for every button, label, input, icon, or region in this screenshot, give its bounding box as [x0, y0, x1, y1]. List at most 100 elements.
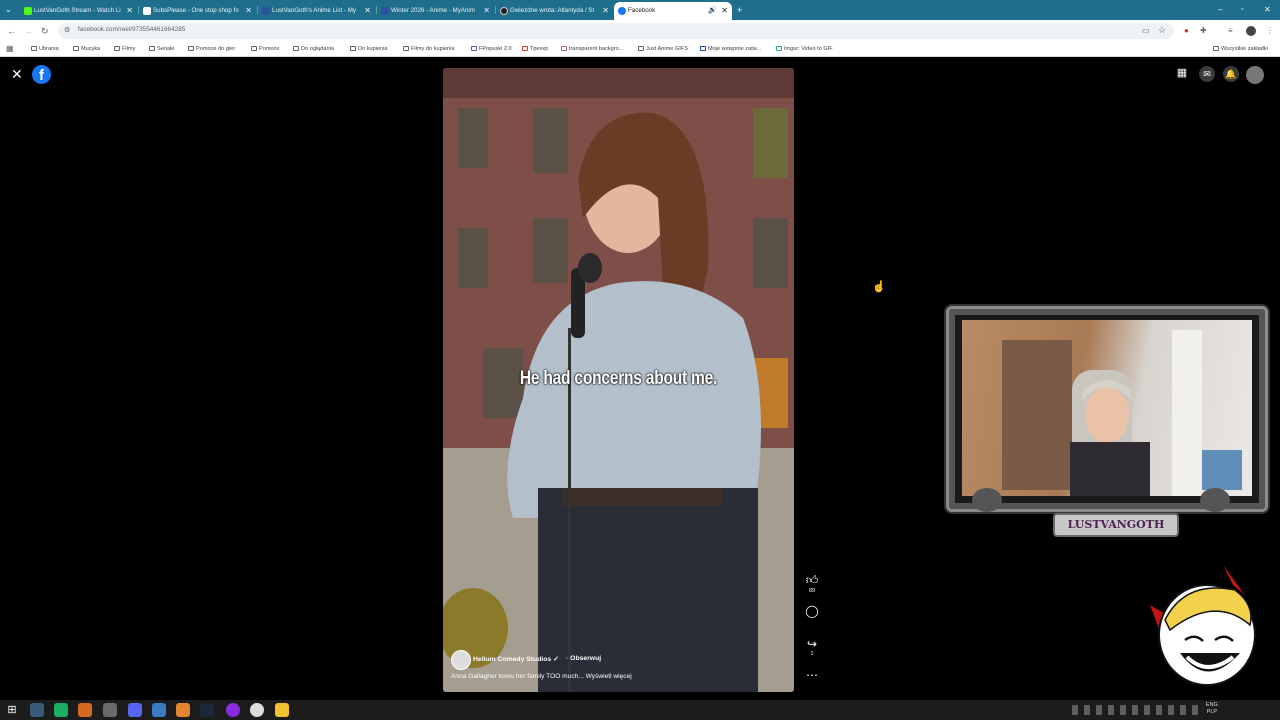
bookmark-link[interactable]: FPopuski 2.0 — [471, 44, 512, 54]
bookmark-folder[interactable]: Muzyka — [73, 44, 100, 54]
facebook-icon — [618, 7, 626, 15]
tab-stargate[interactable]: Gwiezdne wrota: Atlantyda / St ✕ — [496, 2, 613, 20]
bookmark-folder[interactable]: Do kupienia — [350, 44, 388, 54]
menu-grid-icon[interactable]: ▦ — [1174, 66, 1190, 82]
thumbs-up-icon: 👍︎ — [805, 573, 819, 587]
subsplease-icon — [143, 7, 151, 15]
tab-subsplease[interactable]: SubsPlease - One stop shop fo ✕ — [139, 2, 256, 20]
more-options-icon[interactable]: ⋯ — [802, 668, 822, 682]
forward-icon[interactable]: → — [24, 26, 33, 36]
bookmark-link[interactable]: transparent backgro... — [561, 44, 623, 54]
apps-grid-icon[interactable]: ▦ — [6, 44, 14, 54]
app-taskbar-icon[interactable] — [152, 703, 166, 717]
audio-icon[interactable]: 🔊 — [708, 2, 717, 20]
input-language-indicator[interactable]: ENG PLP — [1206, 702, 1218, 716]
site-icon — [638, 46, 644, 51]
extensions-puzzle-icon[interactable]: ✚ — [1200, 26, 1207, 36]
file-explorer-taskbar-icon[interactable] — [275, 703, 289, 717]
new-tab-button[interactable]: + — [737, 5, 742, 15]
account-avatar[interactable] — [1246, 66, 1264, 84]
bookmark-folder[interactable]: Seriale — [149, 44, 174, 54]
follow-button[interactable]: · Obserwuj — [566, 655, 601, 662]
bookmark-folder[interactable]: Do oglądania — [293, 44, 334, 54]
folder-icon — [73, 46, 79, 51]
bookmark-folder[interactable]: Pomoce do gier — [188, 44, 235, 54]
folder-icon — [1213, 46, 1219, 51]
tab-winter-anime[interactable]: Winter 2026 - Anime - MyAnim ✕ — [377, 2, 494, 20]
skull-ornament-icon — [1200, 488, 1230, 512]
channel-name[interactable]: Helium Comedy Studios ✓ — [473, 655, 559, 663]
reload-icon[interactable]: ↻ — [41, 26, 49, 36]
bookmark-folder[interactable]: Filmy — [114, 44, 135, 54]
url-text[interactable]: facebook.com/reel/973554461664285 — [78, 26, 185, 33]
video-caption: He had concerns about me. — [519, 368, 718, 389]
folder-icon — [188, 46, 194, 51]
bookmark-folder[interactable]: Pomoce — [251, 44, 280, 54]
share-button[interactable]: ↪ 1 — [802, 637, 822, 657]
back-icon[interactable]: ← — [7, 26, 16, 36]
tab-search-icon[interactable]: ⌄ — [5, 5, 12, 15]
app-taskbar-icon[interactable] — [103, 703, 117, 717]
tab-groups-icon[interactable]: ≡ — [1228, 26, 1233, 36]
minimize-icon[interactable]: – — [1218, 5, 1222, 15]
folder-icon — [31, 46, 37, 51]
facebook-logo-icon[interactable]: f — [32, 65, 51, 84]
install-app-icon[interactable]: ▭ — [1142, 26, 1150, 36]
folder-icon — [350, 46, 356, 51]
close-icon[interactable]: ✕ — [11, 66, 23, 83]
devil-mascot-image — [1150, 565, 1256, 686]
close-tab-icon[interactable]: ✕ — [721, 2, 728, 20]
app-taskbar-icon[interactable] — [226, 703, 240, 717]
bookmark-folder[interactable]: Ubrania — [31, 44, 59, 54]
tab-kick-stream[interactable]: LustVanGoth Stream - Watch Li ✕ — [20, 2, 137, 20]
channel-avatar[interactable] — [451, 650, 471, 670]
folder-icon — [293, 46, 299, 51]
extension-icon[interactable]: ● — [1184, 26, 1189, 36]
bookmark-folder[interactable]: Filmy do kupienia — [403, 44, 455, 54]
bookmark-star-icon[interactable]: ☆ — [1158, 25, 1166, 35]
bookmark-link[interactable]: Just Anime GIFS — [638, 44, 688, 54]
bookmark-link[interactable]: Imgur: Video to GIF — [776, 44, 833, 54]
webcam-scene — [1002, 330, 1242, 496]
profile-avatar[interactable] — [1246, 26, 1256, 36]
system-tray-icons[interactable] — [1072, 705, 1200, 715]
streamer-name-plate: LUSTVANGOTH — [1053, 513, 1179, 537]
bookmark-link[interactable]: Tpexxp — [522, 44, 548, 54]
tab-anime-list[interactable]: LustVanGoth's Anime List - My ✕ — [258, 2, 375, 20]
close-window-icon[interactable]: ✕ — [1264, 5, 1271, 15]
menu-icon[interactable]: ⋮ — [1266, 26, 1274, 36]
steam-taskbar-icon[interactable] — [200, 703, 214, 717]
site-info-icon[interactable]: ⚙ — [64, 26, 70, 36]
start-icon[interactable]: ⊞ — [5, 703, 19, 717]
folder-icon — [114, 46, 120, 51]
site-icon — [700, 46, 706, 51]
close-tab-icon[interactable]: ✕ — [245, 2, 252, 20]
skull-ornament-icon — [972, 488, 1002, 512]
discord-taskbar-icon[interactable] — [128, 703, 142, 717]
chrome-taskbar-icon[interactable] — [30, 703, 44, 717]
imgur-icon — [776, 46, 782, 51]
mal-icon — [381, 7, 389, 15]
like-button[interactable]: 👍︎ 89 — [802, 573, 822, 594]
comment-button[interactable]: ◯ — [802, 604, 822, 618]
address-bar[interactable] — [58, 23, 1174, 39]
close-tab-icon[interactable]: ✕ — [126, 2, 133, 20]
all-bookmarks[interactable]: Wszystkie zakładki — [1213, 44, 1268, 54]
bookmark-link[interactable]: Moje wstępnie zatw... — [700, 44, 761, 54]
site-icon — [500, 7, 508, 15]
vlc-taskbar-icon[interactable] — [176, 703, 190, 717]
notifications-icon[interactable]: 🔔 — [1223, 66, 1239, 82]
close-tab-icon[interactable]: ✕ — [602, 2, 609, 20]
tab-facebook[interactable]: Facebook 🔊 ✕ — [614, 2, 732, 20]
app-taskbar-icon[interactable] — [78, 703, 92, 717]
close-tab-icon[interactable]: ✕ — [364, 2, 371, 20]
folder-icon — [251, 46, 257, 51]
messenger-icon[interactable]: ✉ — [1199, 66, 1215, 82]
folder-icon — [149, 46, 155, 51]
app-taskbar-icon[interactable] — [54, 703, 68, 717]
obs-taskbar-icon[interactable] — [250, 703, 264, 717]
folder-icon — [403, 46, 409, 51]
reel-description[interactable]: Anna Gallagher loves her family TOO much… — [451, 673, 632, 680]
close-tab-icon[interactable]: ✕ — [483, 2, 490, 20]
maximize-icon[interactable]: ▫ — [1241, 5, 1243, 15]
